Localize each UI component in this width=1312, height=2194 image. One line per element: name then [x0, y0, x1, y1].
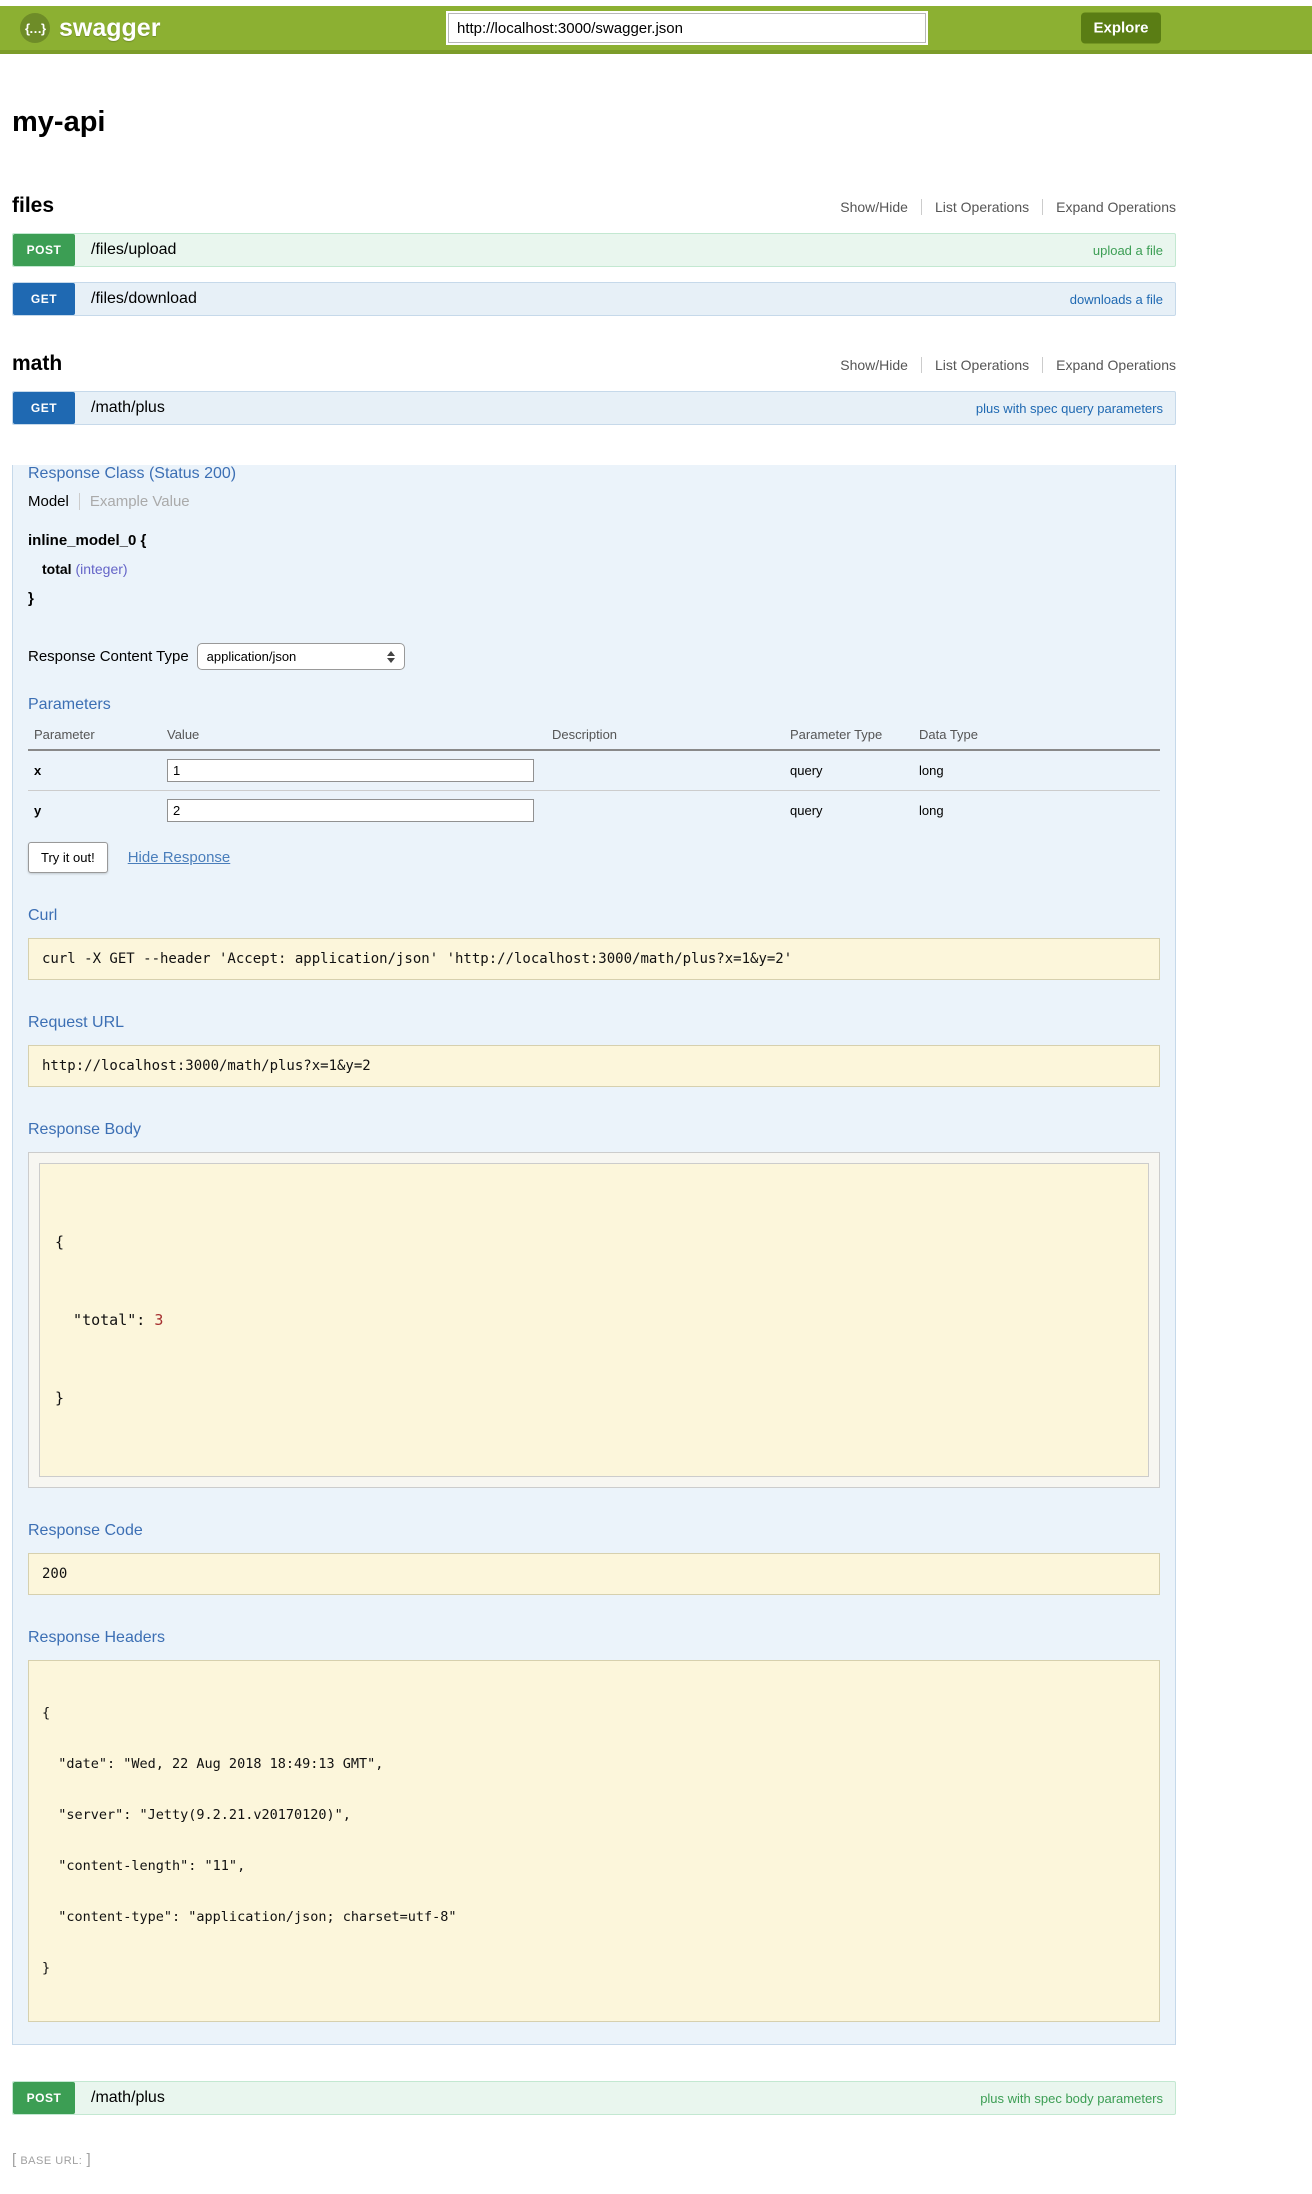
param-name: x — [28, 750, 161, 791]
param-x-value-input[interactable] — [167, 759, 534, 782]
response-content-type-row: Response Content Type application/json — [28, 643, 1160, 670]
main-content: my-api files Show/Hide List Operations E… — [12, 106, 1176, 2194]
request-url-box: http://localhost:3000/math/plus?x=1&y=2 — [28, 1045, 1160, 1087]
math-ops-controls: Show/Hide List Operations Expand Operati… — [840, 357, 1176, 373]
response-content-type-select[interactable]: application/json — [197, 643, 405, 670]
response-code-box: 200 — [28, 1553, 1160, 1595]
endpoint-get-files-download[interactable]: GET /files/download downloads a file — [12, 282, 1176, 316]
model-tabs: Model Example Value — [28, 493, 1160, 510]
response-body-wrapper: { "total": 3 } — [28, 1152, 1160, 1488]
column-header-data-type: Data Type — [913, 722, 1160, 750]
bracket-close: ] — [86, 2151, 90, 2168]
column-header-value: Value — [161, 722, 546, 750]
operation-detail-panel: Response Class (Status 200) Model Exampl… — [12, 465, 1176, 2045]
response-body-json: { "total": 3 } — [39, 1163, 1149, 1477]
headers-line: { — [42, 1705, 1146, 1722]
json-close-brace: } — [55, 1385, 1133, 1411]
endpoint-get-math-plus[interactable]: GET /math/plus plus with spec query para… — [12, 391, 1176, 425]
parameters-table: Parameter Value Description Parameter Ty… — [28, 722, 1160, 830]
request-url-heading: Request URL — [28, 1014, 1160, 1032]
param-name: y — [28, 791, 161, 831]
table-row-param-x: x query long — [28, 750, 1160, 791]
expand-operations-link[interactable]: Expand Operations — [1042, 199, 1176, 215]
endpoint-path[interactable]: /files/download — [91, 290, 197, 308]
model-close-line: } — [28, 584, 1160, 613]
response-content-type-label: Response Content Type — [28, 648, 189, 665]
base-url-footer: [ BASE URL: ] — [12, 2151, 1176, 2194]
section-heading-files[interactable]: files — [12, 194, 54, 218]
post-method-badge: POST — [13, 2082, 75, 2114]
page-title: my-api — [12, 106, 1176, 139]
swagger-brand[interactable]: {…} swagger — [20, 13, 160, 43]
property-type: (integer) — [72, 561, 128, 577]
headers-line: "content-length": "11", — [42, 1858, 1146, 1875]
model-open-line: inline_model_0 { — [28, 526, 1160, 555]
explore-button[interactable]: Explore — [1081, 13, 1161, 44]
table-row-param-y: y query long — [28, 791, 1160, 831]
model-property: total (integer) — [28, 555, 1160, 584]
response-headers-heading: Response Headers — [28, 1629, 1160, 1647]
response-headers-box: { "date": "Wed, 22 Aug 2018 18:49:13 GMT… — [28, 1660, 1160, 2022]
endpoint-summary[interactable]: plus with spec body parameters — [980, 2091, 1163, 2106]
select-arrows-icon — [387, 651, 395, 663]
model-signature: inline_model_0 { total (integer) } — [28, 526, 1160, 613]
parameters-heading: Parameters — [28, 696, 1160, 714]
headers-line: } — [42, 1960, 1146, 1977]
list-operations-link[interactable]: List Operations — [921, 199, 1029, 215]
column-header-parameter-type: Parameter Type — [784, 722, 913, 750]
section-heading-math[interactable]: math — [12, 352, 62, 376]
get-method-badge: GET — [13, 392, 75, 424]
bracket-open: [ — [12, 2151, 16, 2168]
param-description — [546, 750, 784, 791]
endpoint-post-files-upload[interactable]: POST /files/upload upload a file — [12, 233, 1176, 267]
api-url-input[interactable] — [448, 13, 926, 43]
try-it-out-button[interactable]: Try it out! — [28, 842, 108, 873]
header-bar: {…} swagger Explore — [0, 6, 1312, 54]
base-url-label: BASE URL: — [20, 2155, 82, 2167]
files-ops-controls: Show/Hide List Operations Expand Operati… — [840, 199, 1176, 215]
column-header-parameter: Parameter — [28, 722, 161, 750]
json-value: 3 — [154, 1311, 163, 1329]
json-key: "total": — [55, 1311, 154, 1329]
curl-heading: Curl — [28, 907, 1160, 925]
brand-text: swagger — [59, 14, 160, 43]
hide-response-link[interactable]: Hide Response — [128, 849, 231, 866]
param-description — [546, 791, 784, 831]
response-body-heading: Response Body — [28, 1121, 1160, 1139]
property-name: total — [42, 561, 72, 577]
json-total-line: "total": 3 — [55, 1307, 1133, 1333]
list-operations-link[interactable]: List Operations — [921, 357, 1029, 373]
expand-operations-link[interactable]: Expand Operations — [1042, 357, 1176, 373]
json-open-brace: { — [55, 1229, 1133, 1255]
endpoint-post-math-plus[interactable]: POST /math/plus plus with spec body para… — [12, 2081, 1176, 2115]
swagger-logo-icon: {…} — [20, 13, 50, 43]
endpoint-summary[interactable]: plus with spec query parameters — [976, 401, 1163, 416]
files-section: files Show/Hide List Operations Expand O… — [12, 194, 1176, 316]
tab-example-value[interactable]: Example Value — [80, 493, 190, 510]
headers-line: "content-type": "application/json; chars… — [42, 1909, 1146, 1926]
param-type: query — [784, 750, 913, 791]
endpoint-path[interactable]: /files/upload — [91, 241, 176, 259]
get-method-badge: GET — [13, 283, 75, 315]
headers-line: "server": "Jetty(9.2.21.v20170120)", — [42, 1807, 1146, 1824]
param-y-value-input[interactable] — [167, 799, 534, 822]
tab-model[interactable]: Model — [28, 493, 80, 510]
column-header-description: Description — [546, 722, 784, 750]
show-hide-link[interactable]: Show/Hide — [840, 199, 908, 215]
param-data-type: long — [913, 750, 1160, 791]
math-section: math Show/Hide List Operations Expand Op… — [12, 352, 1176, 2115]
curl-command-box: curl -X GET --header 'Accept: applicatio… — [28, 938, 1160, 980]
endpoint-summary[interactable]: downloads a file — [1070, 292, 1163, 307]
post-method-badge: POST — [13, 234, 75, 266]
show-hide-link[interactable]: Show/Hide — [840, 357, 908, 373]
endpoint-path[interactable]: /math/plus — [91, 2089, 165, 2107]
endpoint-summary[interactable]: upload a file — [1093, 243, 1163, 258]
response-code-heading: Response Code — [28, 1522, 1160, 1540]
param-type: query — [784, 791, 913, 831]
headers-line: "date": "Wed, 22 Aug 2018 18:49:13 GMT", — [42, 1756, 1146, 1773]
selected-content-type: application/json — [207, 649, 297, 664]
response-class-heading: Response Class (Status 200) — [28, 465, 1160, 483]
param-data-type: long — [913, 791, 1160, 831]
endpoint-path[interactable]: /math/plus — [91, 399, 165, 417]
